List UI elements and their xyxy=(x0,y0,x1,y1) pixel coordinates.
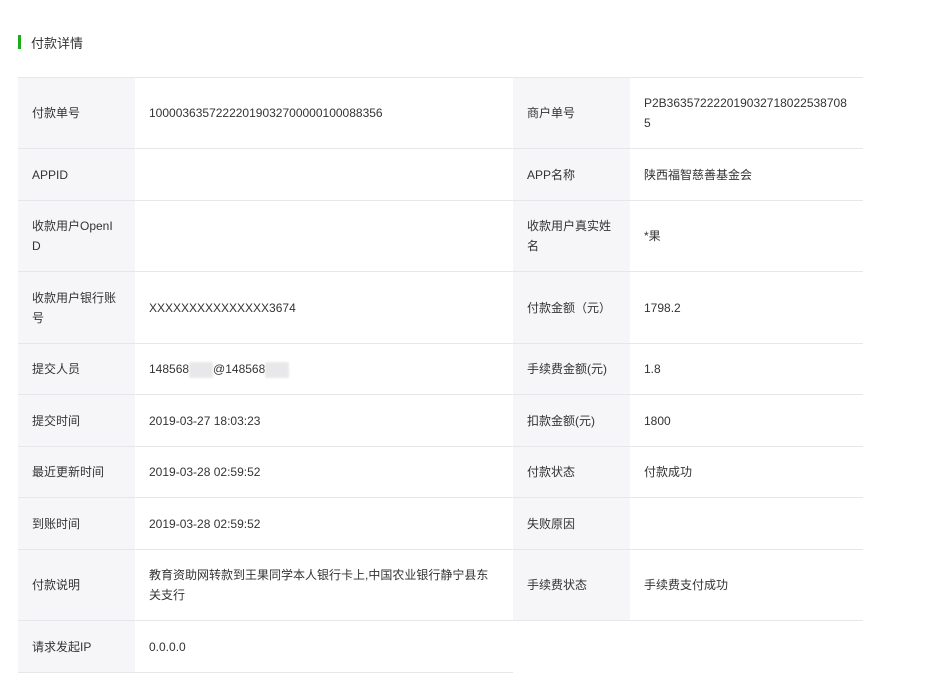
table-row: 收款用户OpenID 收款用户真实姓名 *果 xyxy=(18,200,863,272)
section-accent-bar xyxy=(18,35,21,49)
value-arrival-time: 2019-03-28 02:59:52 xyxy=(135,497,513,550)
label-fee-amount: 手续费金额(元) xyxy=(513,343,630,395)
value-payment-no: 10000363572222019032700000100088356 xyxy=(135,77,513,149)
value-appid xyxy=(135,148,513,201)
label-payment-no: 付款单号 xyxy=(18,77,135,149)
table-row: 到账时间 2019-03-28 02:59:52 失败原因 xyxy=(18,497,863,550)
empty-cell xyxy=(513,620,863,673)
table-row: 提交时间 2019-03-27 18:03:23 扣款金额(元) 1800 xyxy=(18,394,863,447)
redacted-mask xyxy=(189,361,214,378)
label-payment-desc: 付款说明 xyxy=(18,549,135,621)
value-submit-time: 2019-03-27 18:03:23 xyxy=(135,394,513,447)
label-update-time: 最近更新时间 xyxy=(18,446,135,498)
table-row: 付款单号 10000363572222019032700000100088356… xyxy=(18,77,863,149)
table-row: APPID APP名称 陕西福智慈善基金会 xyxy=(18,148,863,201)
label-payment-status: 付款状态 xyxy=(513,446,630,498)
value-deduct-amount: 1800 xyxy=(630,394,863,447)
value-openid xyxy=(135,200,513,272)
table-row: 付款说明 教育资助网转款到王果同学本人银行卡上,中国农业银行静宁县东关支行 手续… xyxy=(18,549,863,621)
table-row: 最近更新时间 2019-03-28 02:59:52 付款状态 付款成功 xyxy=(18,446,863,498)
table-row: 收款用户银行账号 XXXXXXXXXXXXXXX3674 付款金额（元） 179… xyxy=(18,271,863,344)
label-merchant-no: 商户单号 xyxy=(513,77,630,149)
page-title: 付款详情 xyxy=(31,35,84,51)
value-payment-status: 付款成功 xyxy=(630,446,863,498)
value-bank-account: XXXXXXXXXXXXXXX3674 xyxy=(135,271,513,344)
value-payment-amount: 1798.2 xyxy=(630,271,863,344)
submitter-text-part2: @148568 xyxy=(213,362,266,376)
value-real-name: *果 xyxy=(630,200,863,272)
section-header: 付款详情 xyxy=(18,34,84,51)
value-update-time: 2019-03-28 02:59:52 xyxy=(135,446,513,498)
value-request-ip: 0.0.0.0 xyxy=(135,620,513,673)
redacted-mask xyxy=(265,361,290,378)
value-app-name: 陕西福智慈善基金会 xyxy=(630,148,863,201)
value-fee-amount: 1.8 xyxy=(630,343,863,395)
table-row: 提交人员 148568 @148568 手续费金额(元) 1.8 xyxy=(18,343,863,395)
label-submitter: 提交人员 xyxy=(18,343,135,395)
table-row: 请求发起IP 0.0.0.0 xyxy=(18,620,863,673)
value-payment-desc: 教育资助网转款到王果同学本人银行卡上,中国农业银行静宁县东关支行 xyxy=(135,549,513,621)
label-real-name: 收款用户真实姓名 xyxy=(513,200,630,272)
value-merchant-no: P2B363572222019032718022538708 5 xyxy=(630,77,863,149)
payment-detail-table: 付款单号 10000363572222019032700000100088356… xyxy=(18,77,863,673)
value-fee-status: 手续费支付成功 xyxy=(630,549,863,621)
label-fee-status: 手续费状态 xyxy=(513,549,630,621)
submitter-text-part1: 148568 xyxy=(149,362,190,376)
label-deduct-amount: 扣款金额(元) xyxy=(513,394,630,447)
value-submitter: 148568 @148568 xyxy=(135,343,513,395)
label-bank-account: 收款用户银行账号 xyxy=(18,271,135,344)
label-appid: APPID xyxy=(18,148,135,201)
label-openid: 收款用户OpenID xyxy=(18,200,135,272)
label-fail-reason: 失败原因 xyxy=(513,497,630,550)
label-arrival-time: 到账时间 xyxy=(18,497,135,550)
label-payment-amount: 付款金额（元） xyxy=(513,271,630,344)
value-fail-reason xyxy=(630,497,863,550)
label-request-ip: 请求发起IP xyxy=(18,620,135,673)
label-app-name: APP名称 xyxy=(513,148,630,201)
label-submit-time: 提交时间 xyxy=(18,394,135,447)
